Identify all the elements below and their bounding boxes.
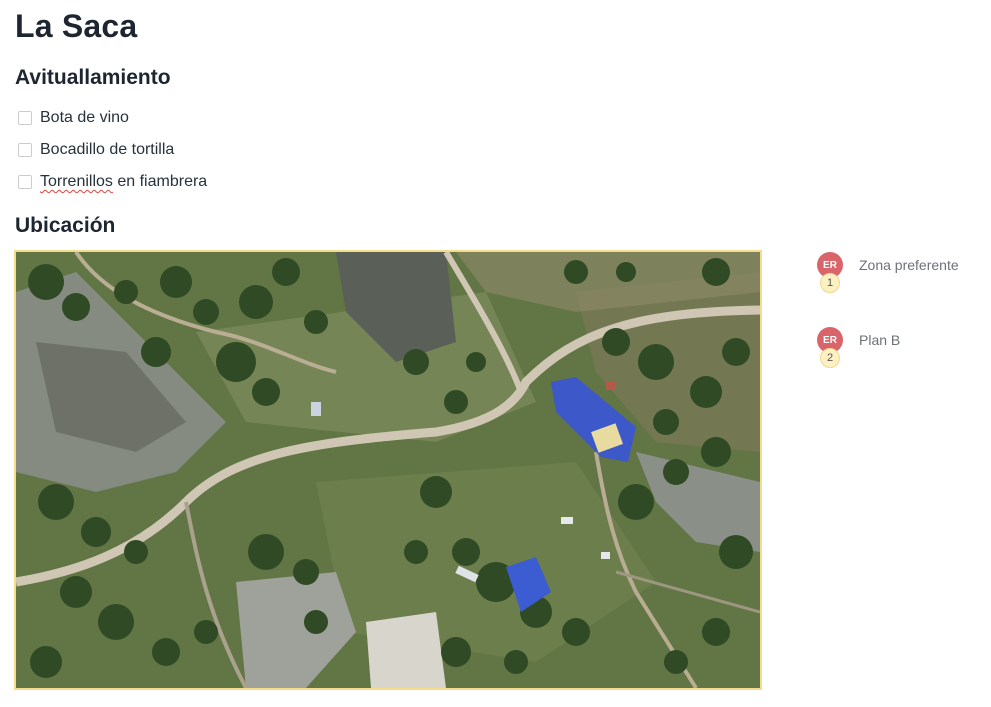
checklist-item-label: Torrenillos en fiambrera [40, 173, 207, 191]
pin-number: 2 [820, 348, 840, 368]
pin-label: Plan B [859, 332, 901, 348]
map-pin-item[interactable]: ER 2 Plan B [817, 327, 987, 402]
misspelled-word: Torrenillos [40, 173, 113, 190]
page-title: La Saca [15, 8, 138, 44]
map-pins-legend: ER 1 Zona preferente ER 2 Plan B [817, 252, 987, 402]
pin-label: Zona preferente [859, 257, 959, 273]
pin-number: 1 [820, 273, 840, 293]
checklist-item-label: Bocadillo de tortilla [40, 141, 175, 158]
section-heading-location: Ubicación [15, 214, 116, 237]
checklist-item: Bocadillo de tortilla [18, 134, 207, 166]
provisions-checklist: Bota de vino Bocadillo de tortilla Torre… [18, 102, 207, 198]
checklist-item: Torrenillos en fiambrera [18, 166, 207, 198]
checklist-item-label-rest: en fiambrera [112, 173, 208, 190]
checklist-item: Bota de vino [18, 102, 207, 134]
satellite-map[interactable] [14, 250, 762, 690]
checklist-item-label: Bota de vino [40, 109, 129, 126]
checkbox[interactable] [18, 175, 32, 189]
map-pin-item[interactable]: ER 1 Zona preferente [817, 252, 987, 327]
checkbox[interactable] [18, 143, 32, 157]
satellite-image [16, 252, 760, 688]
section-heading-provisions: Avituallamiento [15, 66, 171, 89]
checkbox[interactable] [18, 111, 32, 125]
